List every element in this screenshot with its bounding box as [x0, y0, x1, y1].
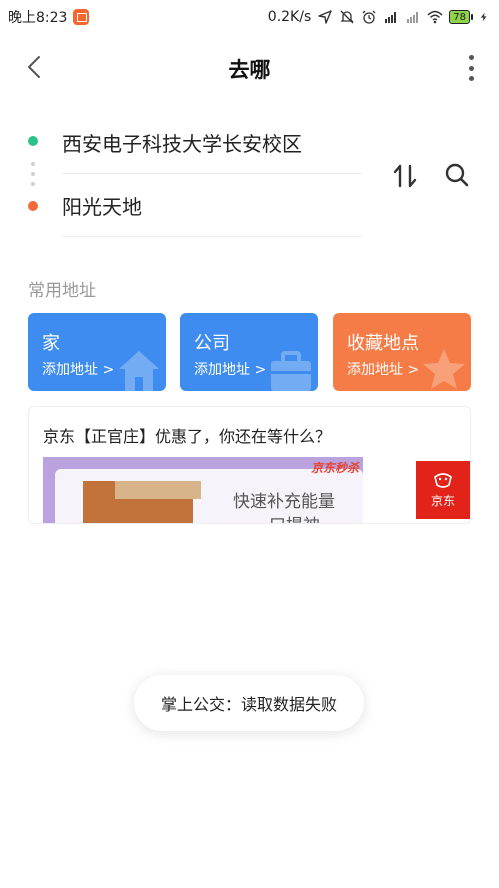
ad-slogan-secondary: 口提神 — [269, 511, 320, 523]
address-name: 家 — [42, 333, 60, 354]
home-address-card[interactable]: 家 添加地址 > — [28, 313, 166, 391]
start-point-dot — [28, 136, 38, 146]
status-right: 0.2K/s 78 — [268, 9, 489, 25]
add-address-link: 添加地址 > — [347, 362, 420, 378]
ad-promo-label: 京东秒杀 — [310, 461, 359, 475]
page-title: 去哪 — [228, 58, 271, 82]
mute-bell-icon — [340, 10, 354, 24]
common-addresses-label: 常用地址 — [28, 281, 96, 301]
destination-field[interactable]: 阳光天地 — [62, 175, 362, 237]
more-options-icon[interactable] — [461, 52, 481, 84]
alarm-icon — [362, 10, 376, 24]
company-address-card[interactable]: 公司 添加地址 > — [180, 313, 318, 391]
address-name: 收藏地点 — [347, 333, 419, 354]
jd-dog-icon — [434, 473, 452, 488]
jd-logo-text: 京东 — [430, 494, 455, 508]
house-icon — [119, 351, 159, 391]
swap-icon[interactable] — [392, 162, 418, 190]
briefcase-icon — [271, 351, 311, 391]
header: 去哪 — [0, 40, 499, 96]
status-left: 晚上8:23 — [8, 7, 90, 27]
route-connector — [31, 162, 35, 186]
ad-slogan: 快速补充能量 — [233, 492, 335, 512]
add-address-link: 添加地址 > — [194, 362, 267, 378]
favorite-places-card[interactable]: 收藏地点 添加地址 > — [333, 313, 471, 391]
charging-icon — [480, 12, 487, 22]
location-icon — [318, 10, 332, 24]
product-box-lid — [115, 481, 201, 499]
signal-hd-icon — [385, 12, 397, 23]
signal-icon — [407, 12, 419, 23]
jd-logo: 京东 — [416, 461, 470, 519]
status-bar: 晚上8:23 0.2K/s 78 — [0, 0, 499, 34]
end-point-dot — [28, 201, 38, 211]
address-name: 公司 — [194, 333, 230, 354]
net-speed: 0.2K/s — [267, 9, 312, 25]
ad-image: 京东秒杀 快速补充能量 口提神 — [43, 457, 363, 523]
search-icon[interactable] — [444, 162, 470, 188]
start-location-field[interactable]: 西安电子科技大学长安校区 — [62, 112, 362, 174]
star-icon — [423, 349, 465, 389]
battery-level: 78 — [449, 10, 470, 24]
ad-card[interactable]: 京东【正官庄】优惠了，你还在等什么？ 京东秒杀 快速补充能量 口提神 京东 — [28, 406, 471, 524]
route-panel: 西安电子科技大学长安校区 阳光天地 — [0, 112, 499, 242]
ad-text: 京东【正官庄】优惠了，你还在等什么？ — [43, 427, 332, 446]
battery-icon: 78 — [449, 10, 473, 24]
notification-app-icon — [73, 9, 90, 25]
wifi-icon — [427, 10, 443, 24]
toast-message: 掌上公交：读取数据失败 — [134, 675, 364, 731]
status-time: 晚上8:23 — [8, 10, 68, 26]
add-address-link: 添加地址 > — [42, 362, 115, 378]
